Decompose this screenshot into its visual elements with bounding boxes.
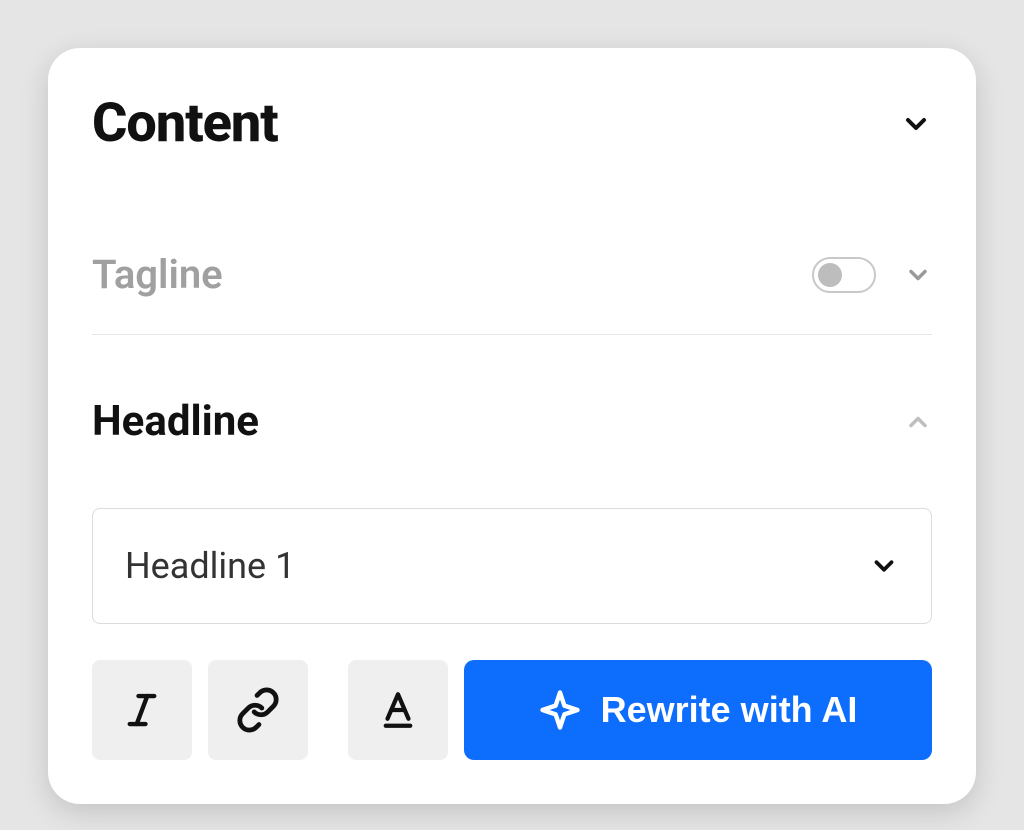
text-color-icon xyxy=(377,689,419,731)
chevron-down-icon xyxy=(904,261,932,289)
toolbar-spacer xyxy=(324,660,332,760)
italic-icon xyxy=(121,689,163,731)
toggle-knob xyxy=(818,263,842,287)
tagline-expand-toggle[interactable] xyxy=(904,261,932,289)
headline-collapse-toggle[interactable] xyxy=(904,408,932,436)
chevron-down-icon xyxy=(900,108,932,140)
content-panel: Content Tagline Headline Headline 1 xyxy=(48,48,976,804)
link-icon xyxy=(235,687,281,733)
panel-title: Content xyxy=(92,92,278,155)
headline-label: Headline xyxy=(92,397,259,446)
rewrite-with-ai-button[interactable]: Rewrite with AI xyxy=(464,660,932,760)
tagline-toggle[interactable] xyxy=(812,257,876,293)
headline-style-value: Headline 1 xyxy=(125,545,295,587)
panel-collapse-toggle[interactable] xyxy=(900,108,932,140)
tagline-label: Tagline xyxy=(92,251,223,298)
headline-style-select[interactable]: Headline 1 xyxy=(92,508,932,624)
text-color-button[interactable] xyxy=(348,660,448,760)
tagline-controls xyxy=(812,257,932,293)
sparkle-icon xyxy=(539,689,581,731)
tagline-section: Tagline xyxy=(92,251,932,335)
format-toolbar: Rewrite with AI xyxy=(92,660,932,760)
italic-button[interactable] xyxy=(92,660,192,760)
link-button[interactable] xyxy=(208,660,308,760)
headline-section-header: Headline xyxy=(92,397,932,446)
chevron-up-icon xyxy=(904,408,932,436)
rewrite-with-ai-label: Rewrite with AI xyxy=(601,689,858,731)
select-arrow xyxy=(869,551,899,581)
panel-header: Content xyxy=(92,92,932,155)
chevron-down-icon xyxy=(869,551,899,581)
